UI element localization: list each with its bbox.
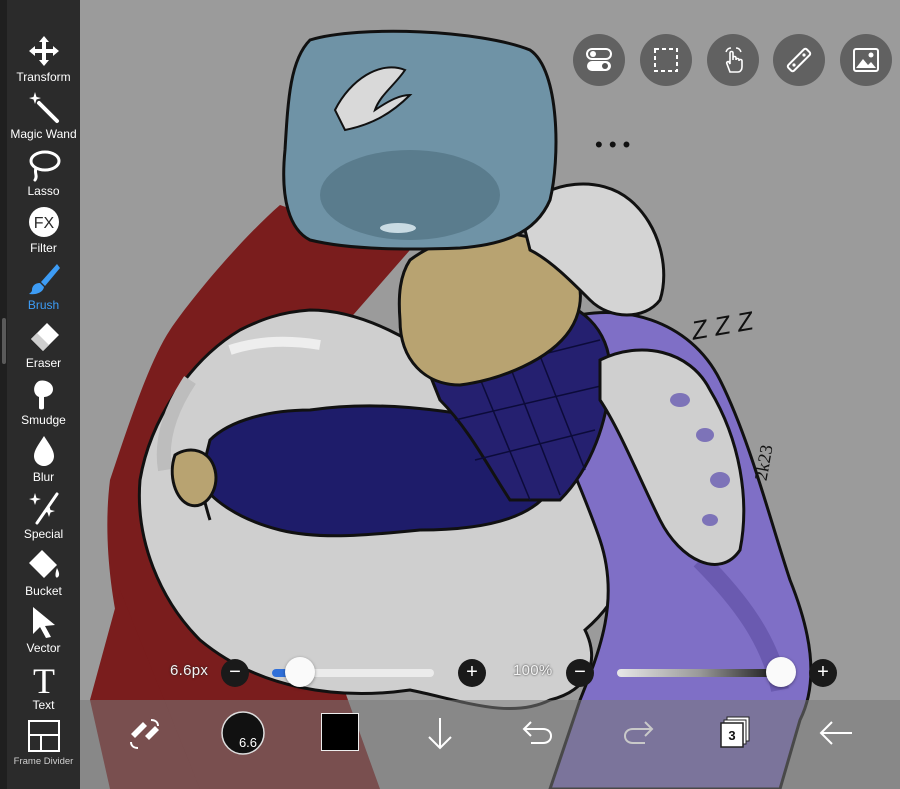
tan-hand-left	[170, 448, 218, 508]
download-button[interactable]	[420, 700, 460, 766]
redo-icon	[623, 721, 654, 744]
dashed-selection-icon	[654, 48, 678, 72]
brush-size-value: 6.6px	[170, 662, 209, 679]
brush-icon	[29, 264, 60, 295]
layers-button[interactable]: 3	[716, 700, 756, 766]
swap-tools-icon	[130, 719, 159, 749]
tool-blur[interactable]: Blur	[7, 432, 80, 488]
layers-icon: 3	[720, 716, 750, 748]
bottom-toolbar: 6.6 3	[80, 700, 900, 789]
tool-label: Special	[23, 527, 64, 541]
tool-bucket[interactable]: Bucket	[7, 546, 80, 602]
eraser-icon	[31, 323, 59, 351]
tool-label: Blur	[32, 470, 55, 484]
back-button[interactable]	[815, 700, 857, 766]
sidebar-drag-handle[interactable]	[2, 318, 6, 364]
tool-brush[interactable]: Brush	[7, 260, 80, 316]
tool-sidebar: Transform Magic Wand Lasso FX Filter Bru…	[0, 0, 80, 789]
minus-icon: −	[229, 661, 241, 683]
ruler-icon	[786, 47, 812, 73]
bucket-icon	[29, 550, 60, 578]
undo-button[interactable]	[518, 700, 558, 766]
opacity-slider[interactable]	[617, 669, 781, 677]
image-icon	[853, 48, 879, 72]
text-icon: T	[33, 662, 55, 696]
tool-label: Lasso	[27, 184, 60, 198]
special-icon	[29, 492, 59, 525]
size-decrease-button[interactable]: −	[221, 659, 249, 687]
tool-label: Eraser	[25, 356, 62, 370]
tool-label: Frame Divider	[13, 756, 74, 767]
tool-special[interactable]: Special	[7, 489, 80, 545]
app-window: • • • Z Z Z 2k23 Transform Magic Wand La…	[0, 0, 900, 789]
tool-label: Filter	[30, 241, 57, 255]
back-arrow-icon	[819, 721, 852, 745]
brush-size-preview-button[interactable]: 6.6	[218, 700, 268, 766]
tool-filter[interactable]: FX Filter	[7, 203, 80, 259]
tool-transform[interactable]: Transform	[7, 32, 80, 88]
redo-button[interactable]	[618, 700, 658, 766]
fx-filter-icon: FX	[29, 207, 59, 237]
color-swatch-button[interactable]	[318, 700, 362, 766]
tool-text[interactable]: T Text	[7, 660, 80, 716]
size-increase-button[interactable]: +	[458, 659, 486, 687]
plus-icon: +	[466, 661, 478, 683]
frame-divider-icon	[28, 720, 60, 752]
tool-frame-divider[interactable]: Frame Divider	[7, 717, 80, 773]
brush-size-thumb[interactable]	[285, 657, 315, 687]
sleep-zzz-doodle: Z Z Z	[688, 305, 756, 346]
sidebar-edge	[0, 0, 7, 789]
svg-text:6.6: 6.6	[239, 735, 257, 750]
svg-text:T: T	[33, 662, 55, 696]
tool-magic-wand[interactable]: Magic Wand	[7, 89, 80, 145]
tool-label: Smudge	[21, 413, 66, 427]
tool-label: Transform	[16, 70, 71, 84]
selection-button[interactable]	[640, 34, 692, 86]
gesture-button[interactable]	[707, 34, 759, 86]
opacity-thumb[interactable]	[766, 657, 796, 687]
svg-text:FX: FX	[34, 215, 55, 232]
color-swatch-icon	[321, 713, 359, 751]
blur-drop-icon	[34, 436, 54, 466]
download-arrow-icon	[428, 718, 452, 750]
magic-wand-icon	[29, 92, 59, 123]
lasso-icon	[29, 150, 61, 182]
smudge-icon	[34, 380, 53, 410]
swap-tools-button[interactable]	[120, 700, 170, 766]
tool-smudge[interactable]: Smudge	[7, 375, 80, 431]
vector-arrow-icon	[33, 607, 55, 638]
tool-label: Vector	[26, 641, 61, 655]
minus-icon: −	[574, 661, 586, 683]
toggle-icon	[586, 48, 612, 71]
artist-signature: 2k23	[751, 443, 777, 482]
opacity-decrease-button[interactable]: −	[566, 659, 594, 687]
tool-label: Brush	[27, 298, 60, 312]
brush-size-preview-icon: 6.6	[221, 711, 265, 755]
tool-vector[interactable]: Vector	[7, 603, 80, 659]
tool-label: Magic Wand	[10, 127, 77, 141]
touch-hand-icon	[725, 47, 743, 73]
tool-label: Text	[32, 698, 55, 712]
undo-icon	[522, 721, 553, 744]
transform-icon	[29, 36, 59, 66]
plus-icon: +	[817, 661, 829, 683]
toggle-settings-button[interactable]	[573, 34, 625, 86]
ruler-button[interactable]	[773, 34, 825, 86]
tool-label: Bucket	[25, 584, 62, 598]
tool-eraser[interactable]: Eraser	[7, 318, 80, 374]
opacity-value: 100%	[513, 662, 553, 679]
opacity-increase-button[interactable]: +	[809, 659, 837, 687]
reference-image-button[interactable]	[840, 34, 892, 86]
ellipsis-doodle: • • •	[595, 132, 630, 157]
tool-lasso[interactable]: Lasso	[7, 146, 80, 202]
svg-text:3: 3	[728, 728, 735, 743]
